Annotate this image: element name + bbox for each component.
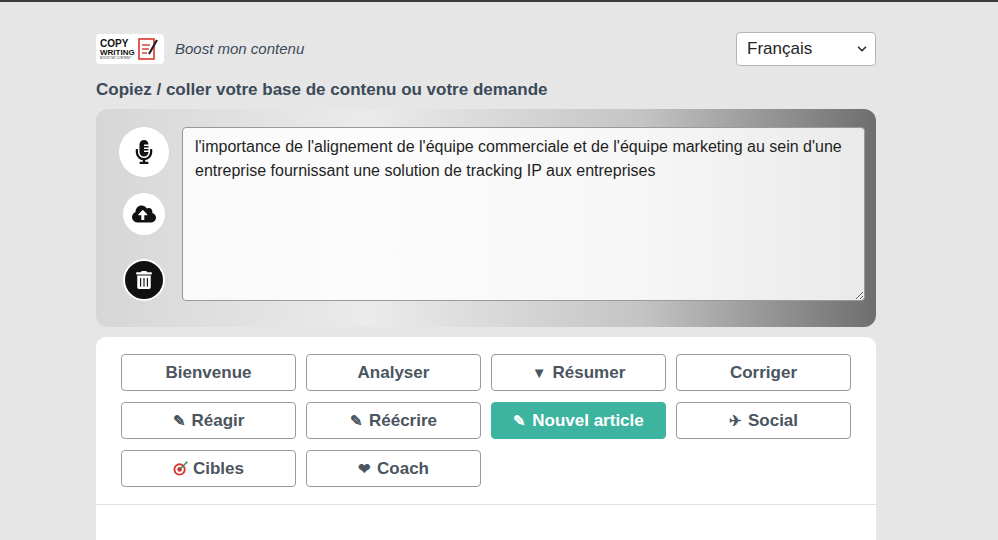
- logo-text: COPYWRITINGBOOST MY CONTENT: [100, 39, 135, 60]
- trash-icon[interactable]: [123, 259, 165, 301]
- chevron-down-icon: [855, 42, 869, 56]
- action-button[interactable]: Analyser: [306, 354, 481, 391]
- header: COPYWRITINGBOOST MY CONTENT Boost mon con…: [96, 2, 876, 66]
- prompt-label: Copiez / coller votre base de contenu ou…: [96, 79, 876, 101]
- pen-paper-icon: [138, 37, 160, 61]
- brand: COPYWRITINGBOOST MY CONTENT Boost mon con…: [96, 34, 304, 64]
- microphone-icon[interactable]: [119, 127, 169, 177]
- action-button[interactable]: Cibles: [121, 450, 296, 487]
- action-glyph-icon: ✎: [350, 410, 363, 432]
- action-glyph-icon: ❤: [358, 458, 371, 480]
- action-label: Bienvenue: [166, 362, 252, 384]
- action-button[interactable]: ❤ Coach: [306, 450, 481, 487]
- action-button[interactable]: Corriger: [676, 354, 851, 391]
- subtitle: Boost mon contenu: [175, 38, 304, 61]
- action-button[interactable]: ▼ Résumer: [491, 354, 666, 391]
- page-column: COPYWRITINGBOOST MY CONTENT Boost mon con…: [96, 2, 876, 540]
- action-label: Nouvel article: [532, 410, 644, 432]
- app: COPYWRITINGBOOST MY CONTENT Boost mon con…: [0, 0, 998, 540]
- action-label: Coach: [377, 458, 429, 480]
- action-label: Réagir: [192, 410, 245, 432]
- separator: [96, 504, 876, 540]
- action-label: Réécrire: [369, 410, 437, 432]
- action-button[interactable]: ✎ Réagir: [121, 402, 296, 439]
- action-glyph-icon: ✎: [173, 410, 186, 432]
- action-label: Résumer: [553, 362, 626, 384]
- editor-panel: l'importance de l'alignement de l'équipe…: [96, 109, 876, 327]
- action-button[interactable]: ✈ Social: [676, 402, 851, 439]
- logo: COPYWRITINGBOOST MY CONTENT: [96, 34, 164, 64]
- actions-panel: Bienvenue Analyser ▼ Résumer Corriger ✎ Réagir…: [96, 337, 876, 540]
- action-label: Analyser: [358, 362, 430, 384]
- action-button[interactable]: ✎ Nouvel article: [491, 402, 666, 439]
- language-select[interactable]: Français: [736, 32, 876, 66]
- upload-cloud-icon[interactable]: [123, 193, 165, 235]
- actions-grid: Bienvenue Analyser ▼ Résumer Corriger ✎ Réagir…: [121, 354, 851, 487]
- action-button[interactable]: ✎ Réécrire: [306, 402, 481, 439]
- action-glyph-icon: ✎: [513, 410, 526, 432]
- tool-column: [119, 127, 169, 327]
- action-glyph-icon: ✈: [729, 410, 742, 432]
- action-glyph-icon: ▼: [532, 362, 547, 384]
- content-input[interactable]: l'importance de l'alignement de l'équipe…: [182, 127, 865, 301]
- target-icon: [173, 461, 188, 476]
- action-label: Corriger: [730, 362, 797, 384]
- action-button[interactable]: Bienvenue: [121, 354, 296, 391]
- action-label: Social: [748, 410, 798, 432]
- action-label: Cibles: [193, 458, 244, 480]
